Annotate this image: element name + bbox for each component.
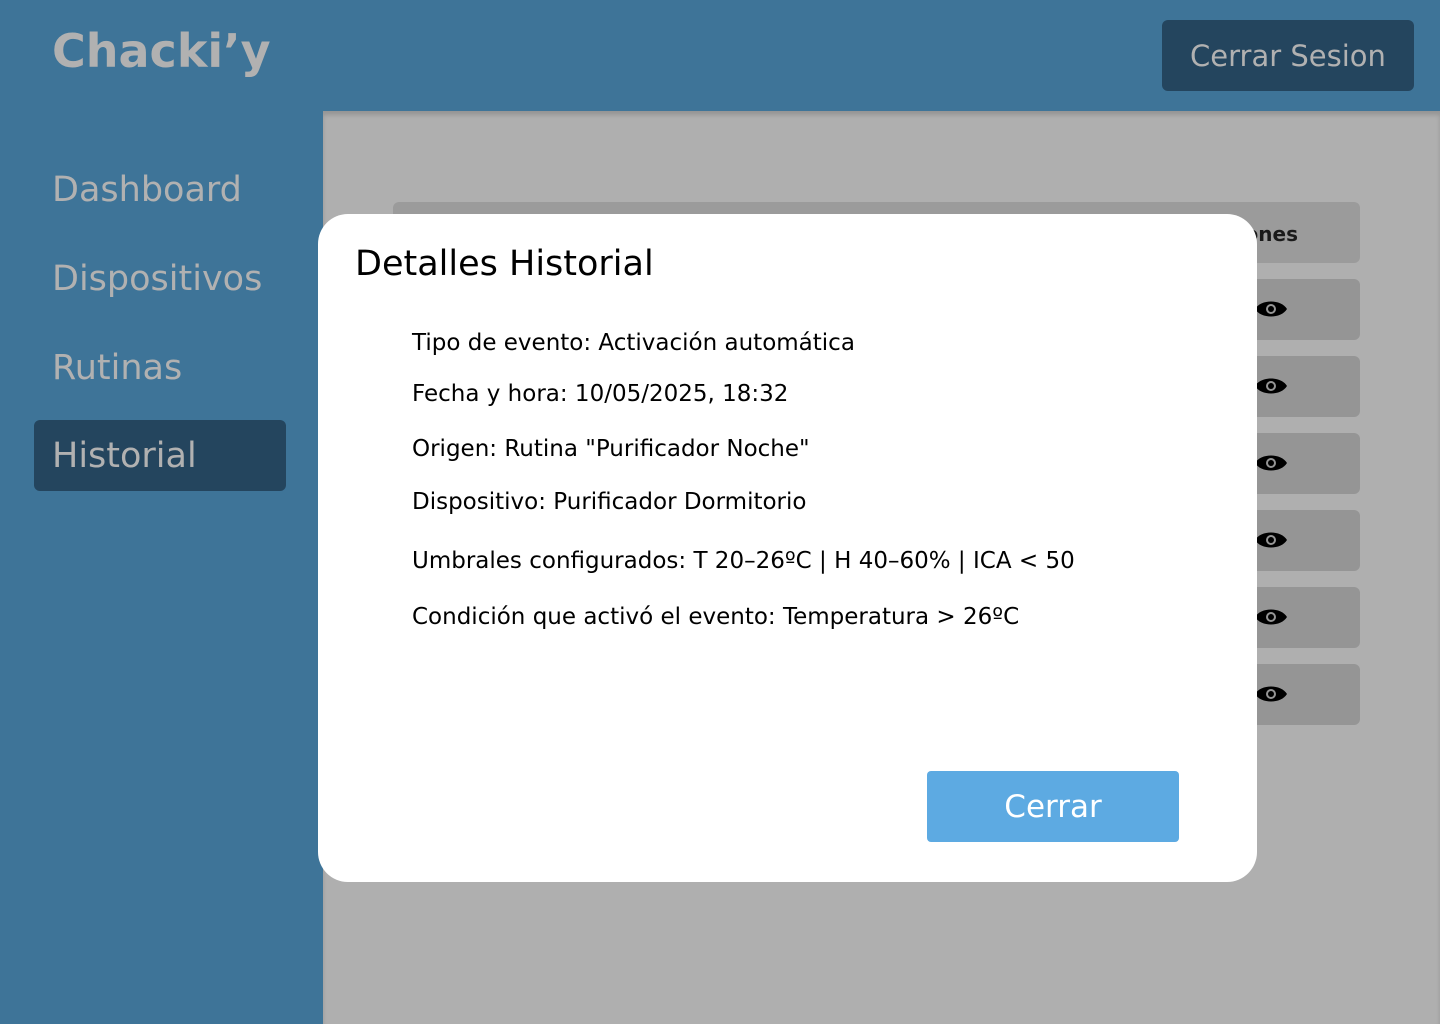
sidebar: Dashboard Dispositivos Rutinas Historial [0, 111, 323, 1024]
logout-button[interactable]: Cerrar Sesion [1162, 20, 1414, 91]
eye-icon[interactable] [1254, 374, 1288, 398]
modal-title: Detalles Historial [355, 244, 654, 284]
app-page: Chacki’y Cerrar Sesion Dashboard Disposi… [0, 0, 1440, 1024]
eye-icon[interactable] [1254, 451, 1288, 475]
detail-datetime: Fecha y hora: 10/05/2025, 18:32 [412, 381, 789, 407]
eye-icon[interactable] [1254, 297, 1288, 321]
sidebar-item-dashboard[interactable]: Dashboard [34, 154, 286, 225]
detail-origin: Origen: Rutina "Purificador Noche" [412, 436, 810, 462]
eye-icon[interactable] [1254, 605, 1288, 629]
close-button[interactable]: Cerrar [927, 771, 1179, 842]
brand-logo: Chacki’y [52, 24, 271, 78]
sidebar-item-dispositivos[interactable]: Dispositivos [34, 243, 286, 314]
sidebar-item-rutinas[interactable]: Rutinas [34, 332, 286, 403]
detail-device: Dispositivo: Purificador Dormitorio [412, 489, 807, 515]
detail-thresholds: Umbrales configurados: T 20–26ºC | H 40–… [412, 548, 1075, 574]
eye-icon[interactable] [1254, 682, 1288, 706]
detail-trigger-condition: Condición que activó el evento: Temperat… [412, 604, 1020, 630]
history-details-modal: Detalles Historial Tipo de evento: Activ… [318, 214, 1257, 882]
sidebar-item-historial[interactable]: Historial [34, 420, 286, 491]
detail-event-type: Tipo de evento: Activación automática [412, 330, 855, 356]
top-header: Chacki’y Cerrar Sesion [0, 0, 1440, 111]
eye-icon[interactable] [1254, 528, 1288, 552]
